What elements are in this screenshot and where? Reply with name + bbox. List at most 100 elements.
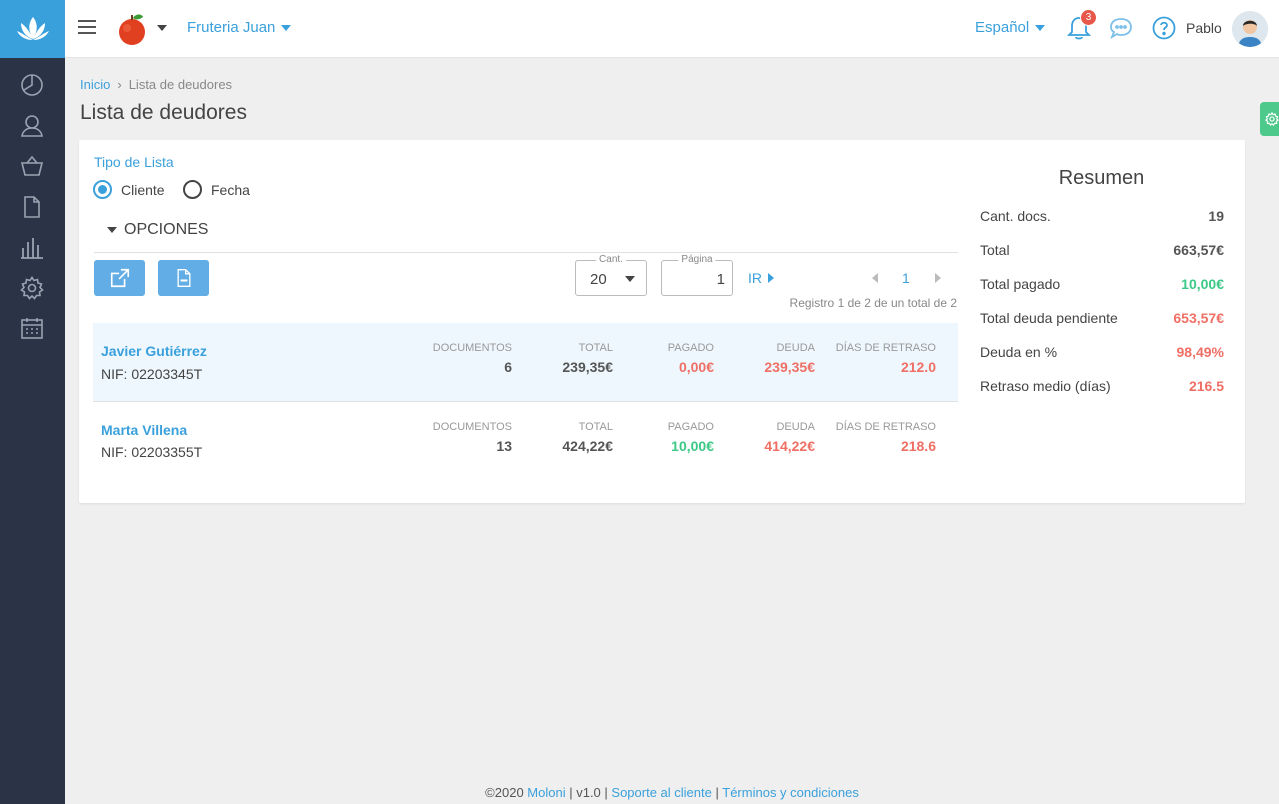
client-nif: NIF: 02203345T [101, 366, 203, 382]
documents-value: 13 [496, 438, 512, 454]
radio-date[interactable]: Fecha [183, 180, 250, 199]
options-toggle[interactable]: OPCIONES [107, 221, 208, 239]
breadcrumb-home-link[interactable]: Inicio [80, 77, 110, 92]
document-icon[interactable] [20, 195, 44, 219]
page-value: 1 [716, 271, 725, 288]
menu-icon[interactable] [78, 20, 96, 36]
summary-label: Total pagado [980, 276, 1061, 292]
breadcrumb-current: Lista de deudores [128, 77, 233, 92]
list-type-label: Tipo de Lista [94, 154, 174, 170]
summary-label: Total [980, 242, 1010, 258]
total-value: 424,22€ [562, 438, 613, 454]
radio-selected-icon [93, 180, 112, 199]
chevron-down-icon [281, 25, 292, 32]
breadcrumb: Inicio › Lista de deudores [80, 77, 232, 92]
go-label: IR [748, 270, 762, 286]
language-selector[interactable]: Español [975, 19, 1046, 36]
share-export-icon [110, 268, 129, 288]
calendar-icon[interactable] [20, 316, 44, 340]
footer-copyright: ©2020 [485, 785, 524, 800]
pdf-file-icon [177, 269, 190, 287]
client-nif: NIF: 02203355T [101, 444, 203, 460]
pdf-button[interactable] [158, 260, 209, 296]
notifications-badge: 3 [1080, 9, 1097, 26]
prev-page-icon[interactable] [872, 273, 878, 283]
delay-value: 212.0 [900, 359, 936, 375]
avatar[interactable] [1232, 11, 1268, 47]
chevron-down-icon [625, 276, 635, 282]
documents-header: DOCUMENTOS [432, 342, 512, 354]
footer-version: | v1.0 | [569, 785, 608, 800]
total-header: TOTAL [578, 421, 613, 433]
go-button[interactable]: IR [748, 270, 774, 286]
summary-label: Cant. docs. [980, 208, 1051, 224]
bar-chart-icon[interactable] [20, 236, 44, 260]
summary-label: Deuda en % [980, 344, 1058, 360]
next-page-icon[interactable] [935, 273, 941, 283]
paid-value: 10,00€ [671, 438, 714, 454]
user-name[interactable]: Pablo [1186, 20, 1222, 36]
delay-header: DÍAS DE RETRASO [835, 342, 936, 354]
documents-cell: DOCUMENTOS 13 [433, 421, 512, 454]
company-switch-caret-icon[interactable] [157, 25, 167, 31]
footer-separator: | [715, 785, 719, 800]
dashboard-icon[interactable] [20, 73, 44, 97]
documents-header: DOCUMENTOS [432, 421, 512, 433]
debt-value: 239,35€ [764, 359, 815, 375]
debt-header: DEUDA [776, 342, 815, 354]
apple-logo-icon[interactable] [115, 12, 149, 46]
current-page-link[interactable]: 1 [902, 270, 910, 286]
records-info: Registro 1 de 2 de un total de 2 [789, 296, 957, 310]
debt-cell: DEUDA 414,22€ [764, 421, 815, 454]
user-icon[interactable] [20, 114, 44, 138]
caret-right-icon [768, 273, 774, 283]
quantity-value: 20 [590, 271, 607, 288]
radio-client[interactable]: Cliente [93, 180, 165, 199]
lotus-icon [16, 17, 49, 40]
moloni-logo[interactable] [0, 0, 65, 58]
delay-cell: DÍAS DE RETRASO 218.6 [836, 421, 936, 454]
footer-support-link[interactable]: Soporte al cliente [611, 785, 711, 800]
footer: ©2020 Moloni | v1.0 | Soporte al cliente… [65, 785, 1279, 800]
total-header: TOTAL [578, 342, 613, 354]
total-value: 239,35€ [562, 359, 613, 375]
company-selector[interactable]: Fruteria Juan [187, 19, 292, 36]
language-name: Español [975, 19, 1030, 36]
client-name[interactable]: Javier Gutiérrez [101, 343, 207, 359]
breadcrumb-separator: › [117, 77, 122, 92]
radio-date-label: Fecha [211, 181, 250, 198]
summary-value: 653,57€ [1173, 310, 1224, 326]
footer-terms-link[interactable]: Términos y condiciones [722, 785, 859, 800]
delay-value: 218.6 [900, 438, 936, 454]
footer-brand-link[interactable]: Moloni [527, 785, 565, 800]
summary-value: 10,00€ [1181, 276, 1224, 292]
export-button[interactable] [94, 260, 145, 296]
client-name[interactable]: Marta Villena [101, 422, 187, 438]
table-row[interactable]: Javier Gutiérrez NIF: 02203345T DOCUMENT… [93, 323, 958, 402]
page-input[interactable]: Página 1 [661, 254, 733, 296]
debt-cell: DEUDA 239,35€ [764, 342, 815, 375]
sidebar [0, 0, 65, 804]
table-row[interactable]: Marta Villena NIF: 02203355T DOCUMENTOS … [93, 402, 958, 481]
caret-down-icon [107, 227, 117, 233]
summary-label: Retraso medio (días) [980, 378, 1111, 394]
paid-value: 0,00€ [678, 359, 714, 375]
basket-icon[interactable] [20, 154, 44, 178]
quantity-label: Cant. [596, 254, 626, 265]
total-cell: TOTAL 239,35€ [562, 342, 613, 375]
summary-label: Total deuda pendiente [980, 310, 1118, 326]
options-label: OPCIONES [124, 221, 209, 238]
page-title: Lista de deudores [80, 101, 247, 124]
divider [94, 252, 958, 253]
summary-value: 216.5 [1188, 378, 1224, 394]
debtors-card: Tipo de Lista Cliente Fecha OPCIONES Can… [79, 140, 1245, 503]
radio-unselected-icon [183, 180, 202, 199]
summary-title: Resumen [1058, 167, 1145, 189]
help-icon[interactable] [1152, 16, 1176, 40]
chat-icon[interactable] [1109, 17, 1133, 40]
gear-icon[interactable] [20, 276, 44, 300]
settings-side-tab[interactable] [1260, 102, 1279, 136]
debt-value: 414,22€ [764, 438, 815, 454]
quantity-select[interactable]: Cant. 20 [575, 254, 647, 296]
radio-client-label: Cliente [121, 181, 165, 198]
